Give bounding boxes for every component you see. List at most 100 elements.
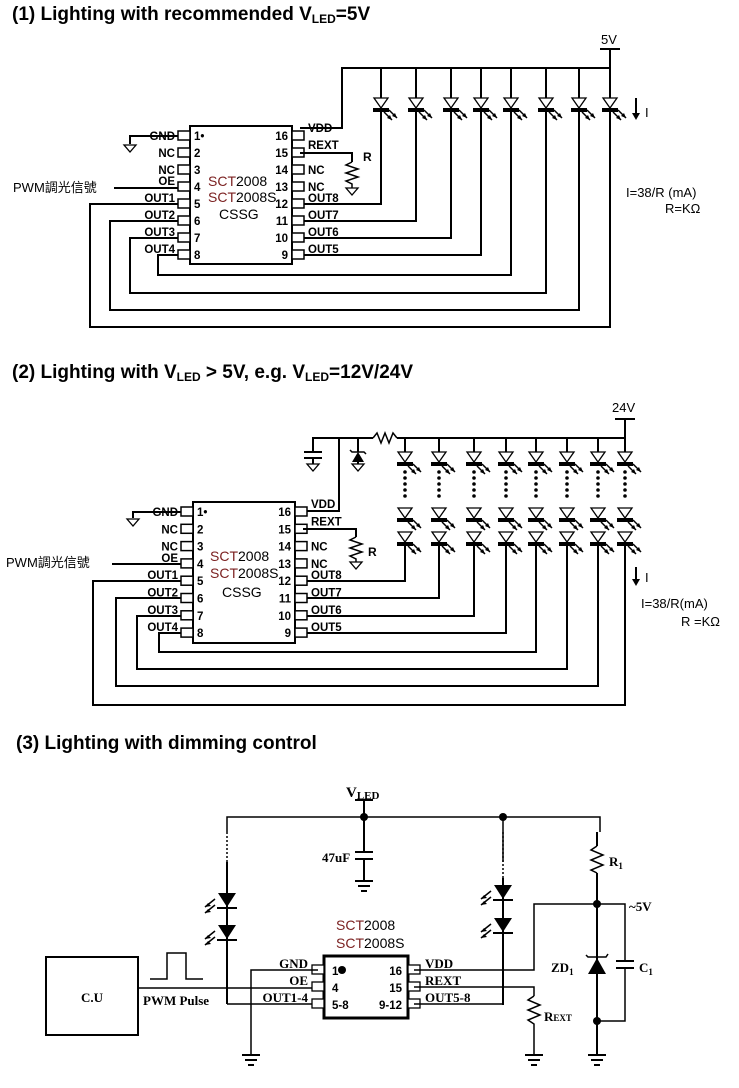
led-icon — [465, 507, 491, 531]
continuation-dot — [565, 488, 569, 492]
pin-right — [291, 181, 305, 192]
resistor-rext — [526, 995, 542, 1055]
continuation-dot — [623, 482, 627, 486]
pin-name: NC — [308, 165, 325, 177]
led-icon — [616, 531, 642, 555]
pin-left — [311, 998, 325, 1009]
ground-icon — [354, 880, 374, 892]
pin-number: 15 — [275, 148, 288, 160]
pin-number: 10 — [278, 611, 291, 623]
continuation-dot — [565, 476, 569, 480]
pin-name: GND — [279, 956, 308, 971]
pin-number: 15 — [278, 524, 291, 536]
pin-left — [177, 232, 191, 243]
pin-name: REXT — [311, 516, 342, 528]
resistor-r1 — [589, 845, 605, 874]
r1-label: R1 — [609, 854, 623, 871]
led-icon — [480, 917, 514, 939]
pin-number: 12 — [275, 199, 288, 211]
pin-number: 3 — [197, 542, 203, 554]
resistor-r — [347, 536, 365, 562]
chip-2-name-s: SCT2008S — [210, 565, 278, 581]
continuation-dot — [623, 470, 627, 474]
pin-left — [177, 164, 191, 175]
pin-number: 3 — [194, 165, 200, 177]
current-formula: I=38/R (mA) — [626, 185, 696, 200]
continuation-dot — [623, 494, 627, 498]
circuit-1: 5V I I=38/R (mA) R=KΩ GND 1•NC 2NC 3OE 4OUT1… — [13, 32, 701, 328]
rext-label: REXT — [544, 1009, 572, 1024]
pin-left — [177, 147, 191, 158]
pin-left — [311, 981, 325, 992]
pin-number: 4 — [194, 182, 201, 194]
chip-1-name: SCT2008 — [208, 173, 267, 189]
pin-name: NC — [158, 148, 175, 160]
pin-number: 4 — [197, 559, 204, 571]
continuation-dot — [472, 470, 476, 474]
led-icon — [589, 531, 615, 555]
continuation-dot — [504, 470, 508, 474]
led-icon — [601, 97, 627, 121]
zener-diode — [352, 452, 364, 462]
led-icon — [430, 507, 456, 531]
pin-number: 9 — [282, 250, 288, 262]
current-formula: I=38/R(mA) — [641, 596, 708, 611]
pin-left — [177, 181, 191, 192]
pin-left — [177, 215, 191, 226]
ground-icon — [241, 1054, 261, 1066]
pin-right — [291, 215, 305, 226]
continuation-dot — [534, 482, 538, 486]
chip-1-name-s: SCT2008S — [208, 189, 276, 205]
pin-right — [294, 610, 308, 621]
pwm-signal-label: PWM調光信號 — [13, 180, 97, 195]
led-icon — [430, 531, 456, 555]
continuation-dot — [504, 482, 508, 486]
pin-number: 1 — [332, 966, 339, 978]
led-icon — [570, 97, 596, 121]
pin-number: 12 — [278, 576, 291, 588]
continuation-dot — [534, 470, 538, 474]
pin-right — [294, 575, 308, 586]
led-strings-2 — [396, 438, 642, 555]
pwm-pulse-icon — [150, 952, 203, 980]
resistor-r-label: R — [368, 545, 377, 559]
pin-name: NC — [311, 542, 328, 554]
pin-number: 11 — [276, 216, 289, 228]
led-array-1 — [372, 68, 627, 121]
pin-name: NC — [161, 524, 178, 536]
continuation-dot — [403, 488, 407, 492]
pin-number: 11 — [279, 594, 292, 606]
pin-name: NC — [311, 559, 328, 571]
pin-name: OUT5-8 — [425, 990, 471, 1005]
pin-name: VDD — [311, 499, 335, 511]
continuation-dot — [596, 488, 600, 492]
pin-number: 4 — [332, 983, 339, 995]
led-icon — [589, 451, 615, 475]
pin-number: 16 — [278, 507, 291, 519]
chip-1-package: CSSG — [219, 206, 259, 222]
pin-number: 1• — [197, 507, 207, 519]
led-icon — [396, 451, 422, 475]
current-label: I — [645, 105, 649, 120]
led-icon — [527, 531, 553, 555]
pwm-signal-label: PWM調光信號 — [6, 555, 90, 570]
supply-5v-label: 5V — [601, 32, 617, 47]
pin-number: 13 — [275, 182, 288, 194]
pin-name: REXT — [308, 140, 339, 152]
continuation-dot — [403, 476, 407, 480]
circuit-2: 24V I I=38/R(mA) R =KΩ GND 1•NC 2NC 3OE 4OUT… — [6, 400, 720, 706]
pin-number: 2 — [194, 148, 200, 160]
ground-icon — [123, 144, 137, 153]
led-icon — [558, 451, 584, 475]
pin-number: 10 — [275, 233, 288, 245]
continuation-dot — [403, 482, 407, 486]
continuation-dot — [437, 482, 441, 486]
led-icon — [616, 507, 642, 531]
pin-number: 15 — [389, 983, 402, 995]
c1-label: C1 — [639, 960, 653, 977]
led-icon — [472, 97, 498, 121]
continuation-dot — [403, 470, 407, 474]
pin-number: 5-8 — [332, 1000, 349, 1012]
ground-icon — [524, 1054, 544, 1066]
zd1-label: ZD1 — [551, 960, 574, 977]
